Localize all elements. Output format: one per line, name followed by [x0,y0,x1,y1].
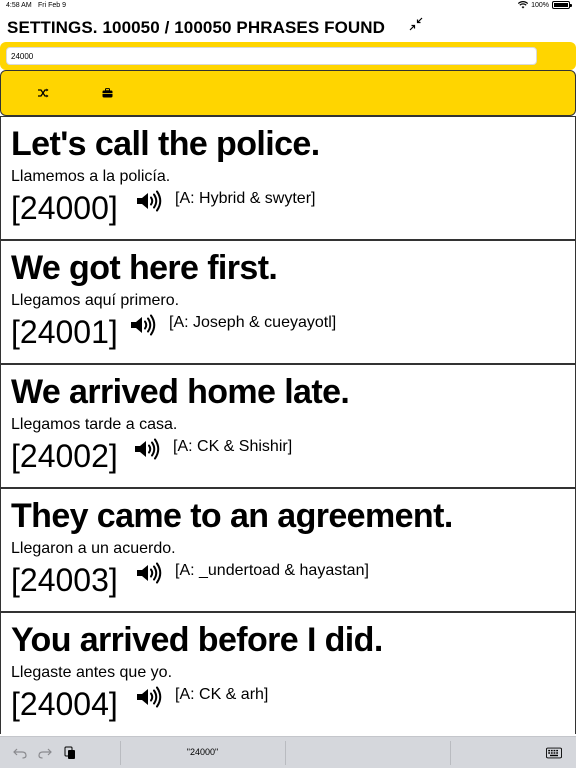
phrase-translation: Llegamos aquí primero. [11,292,180,309]
shuffle-icon [38,88,49,98]
phrase-number: [24002] [11,438,118,474]
separator [285,741,286,765]
phrase-card[interactable]: We arrived home late. Llegamos tarde a c… [0,364,576,488]
phrase-attribution: [A: CK & arh] [175,686,269,703]
phrase-number: [24003] [11,562,118,598]
paste-icon [64,746,75,759]
battery-percent: 100% [531,1,549,9]
phrase-translation: Llegamos tarde a casa. [11,416,178,433]
phrase-english: Let's call the police. [11,125,320,163]
separator [450,741,451,765]
phrase-card[interactable]: They came to an agreement. Llegaron a un… [0,488,576,612]
status-right: 100% [518,1,572,9]
keyboard-shortcut-bar: "24000" [0,736,576,768]
speaker-icon[interactable] [135,190,163,212]
shuffle-button[interactable] [36,86,50,100]
phrase-translation: Llegaste antes que yo. [11,664,173,681]
undo-icon [13,748,27,759]
wifi-icon [518,1,529,9]
phrase-list: Let's call the police. Llamemos a la pol… [0,116,576,734]
phrase-english: We arrived home late. [11,373,350,411]
phrase-attribution: [A: _undertoad & hayastan] [175,562,369,579]
phrase-card[interactable]: You arrived before I did. Llegaste antes… [0,612,576,734]
paste-button[interactable] [62,745,78,761]
redo-icon [38,748,52,759]
phrase-attribution: [A: CK & Shishir] [173,438,293,455]
phrase-card[interactable]: Let's call the police. Llamemos a la pol… [0,116,576,240]
phrase-card[interactable]: We got here first. Llegamos aquí primero… [0,240,576,364]
speaker-icon[interactable] [129,314,157,336]
speaker-icon[interactable] [135,562,163,584]
phrase-attribution: [A: Joseph & cueyayotl] [169,314,337,331]
separator [120,741,121,765]
keyboard-icon [546,747,562,759]
battery-icon [552,1,572,9]
page-title: SETTINGS. 100050 / 100050 PHRASES FOUND [7,18,386,37]
speaker-icon[interactable] [133,438,161,460]
phrase-english: They came to an agreement. [11,497,453,535]
status-date: Fri Feb 9 [38,2,67,9]
phrase-translation: Llegaron a un acuerdo. [11,540,176,557]
collapse-arrows-icon[interactable] [409,17,423,31]
phrase-attribution: [A: Hybrid & swyter] [175,190,316,207]
search-bar [0,42,576,70]
autocomplete-suggestion[interactable]: "24000" [165,747,240,757]
keyboard-toggle-button[interactable] [546,745,562,761]
status-bar: 4:58 AM Fri Feb 9 100% [0,0,576,12]
status-time: 4:58 AM [6,2,32,9]
undo-button[interactable] [12,745,28,761]
phrase-translation: Llamemos a la policía. [11,168,171,185]
phrase-number: [24004] [11,686,118,722]
redo-button[interactable] [37,745,53,761]
phrase-english: We got here first. [11,249,278,287]
toolbar [0,70,576,116]
briefcase-button[interactable] [100,86,114,100]
briefcase-icon [102,88,112,98]
search-input[interactable] [6,47,537,65]
phrase-number: [24000] [11,190,118,226]
speaker-icon[interactable] [135,686,163,708]
phrase-english: You arrived before I did. [11,621,383,659]
phrase-number: [24001] [11,314,118,350]
